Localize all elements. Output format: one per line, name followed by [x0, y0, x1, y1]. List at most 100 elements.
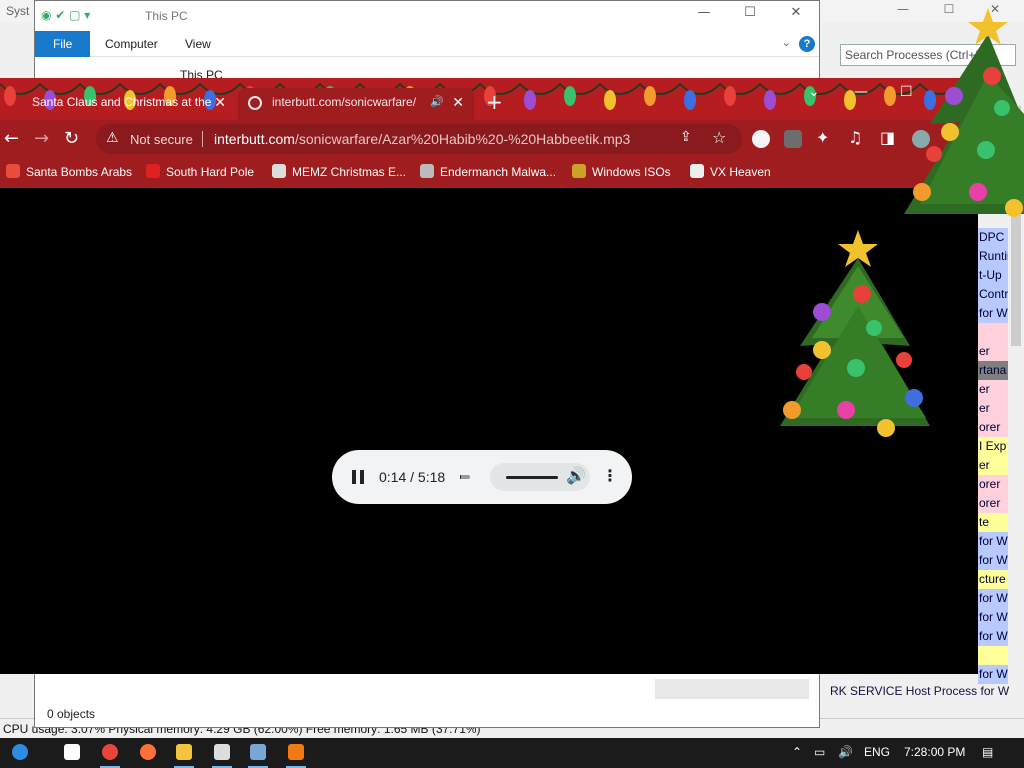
process-list[interactable]: DPCRuntimt-UpControfor WerrtanaererorerI…	[978, 228, 1008, 698]
expand-ribbon-icon[interactable]: ⌄	[782, 36, 791, 49]
taskbar-task-view[interactable]	[60, 742, 84, 764]
language-indicator[interactable]: ENG	[864, 745, 890, 759]
url-host: interbutt.com	[214, 131, 295, 147]
address-bar[interactable]: ⚠ Not secure interbutt.com/sonicwarfare/…	[96, 124, 742, 154]
forward-icon[interactable]: →	[34, 128, 49, 149]
audio-player[interactable]: 0:14 / 5:18 🔊 ⋮	[332, 450, 632, 504]
explorer-status-items: 0 objects	[47, 707, 96, 721]
process-row[interactable]: for W	[978, 608, 1008, 627]
process-row[interactable]: er	[978, 380, 1008, 399]
back-icon[interactable]: ←	[4, 128, 19, 149]
process-row[interactable]: Contro	[978, 285, 1008, 304]
light-bulb	[524, 90, 536, 110]
explorer-horizontal-scrollbar[interactable]	[655, 679, 809, 699]
process-row[interactable]: for W	[978, 665, 1008, 684]
volume-control[interactable]: 🔊	[490, 463, 590, 491]
process-row[interactable]	[978, 646, 1008, 665]
network-icon[interactable]: ▭	[814, 745, 825, 759]
start-button-icon	[12, 744, 28, 760]
quick-access-toolbar[interactable]: ◉ ✔ ▢ ▾	[41, 8, 90, 22]
process-row[interactable]: cture	[978, 570, 1008, 589]
tab-search-icon[interactable]: ⌄	[808, 84, 820, 100]
bookmark-star-icon[interactable]: ☆	[712, 128, 726, 147]
process-row[interactable]: for W	[978, 627, 1008, 646]
explorer-window-controls: — ☐ ✕	[681, 5, 819, 20]
process-row[interactable]: te	[978, 513, 1008, 532]
clock[interactable]: 7:28:00 PM	[904, 745, 965, 759]
bookmark-item[interactable]: Windows ISOs	[572, 164, 671, 179]
side-panel-icon[interactable]: ◨	[880, 128, 895, 147]
ribbon-tab-computer[interactable]: Computer	[91, 31, 172, 57]
volume-slider[interactable]	[506, 476, 558, 479]
tab-title: interbutt.com/sonicwarfare/	[272, 95, 417, 109]
close-button[interactable]: ✕	[773, 5, 819, 20]
volume-icon[interactable]: 🔊	[838, 745, 853, 759]
volume-fill	[506, 476, 558, 479]
ribbon-tab-view[interactable]: View	[171, 31, 225, 57]
reload-icon[interactable]: ↻	[64, 128, 79, 149]
share-icon[interactable]: ⇪	[680, 129, 692, 145]
taskbar-chrome[interactable]	[98, 742, 122, 768]
close-tab-icon[interactable]: ✕	[214, 88, 226, 116]
process-row[interactable]: er	[978, 342, 1008, 361]
process-row[interactable]	[978, 323, 1008, 342]
pause-icon[interactable]	[352, 470, 364, 484]
bookmark-favicon-icon	[6, 164, 20, 178]
url-text[interactable]: interbutt.com/sonicwarfare/Azar%20Habib%…	[214, 131, 630, 147]
extension-icon[interactable]	[752, 130, 770, 148]
close-tab-icon[interactable]: ✕	[452, 88, 464, 116]
ribbon-tab-file[interactable]: File	[35, 31, 91, 57]
process-row[interactable]: for W	[978, 551, 1008, 570]
new-tab-button[interactable]: +	[486, 90, 503, 114]
process-row[interactable]: orer	[978, 475, 1008, 494]
process-row[interactable]: t-Up	[978, 266, 1008, 285]
taskbar-process-explorer[interactable]	[284, 742, 308, 768]
bookmark-label: VX Heaven	[710, 165, 771, 179]
process-row-partial[interactable]: RK SERVICE Host Process for W	[830, 684, 1010, 700]
taskbar-firefox[interactable]	[136, 742, 160, 764]
taskbar-app-a[interactable]	[210, 742, 234, 768]
tab-santa-claus[interactable]: Santa Claus and Christmas at the ✕	[18, 88, 236, 120]
bookmark-label: South Hard Pole	[166, 165, 255, 179]
process-row[interactable]: rtana	[978, 361, 1008, 380]
explorer-titlebar[interactable]: ◉ ✔ ▢ ▾ This PC — ☐ ✕	[35, 1, 819, 31]
tab-strip: Santa Claus and Christmas at the ✕ inter…	[0, 78, 978, 120]
process-row[interactable]: er	[978, 456, 1008, 475]
speaker-icon[interactable]: 🔊	[566, 466, 586, 485]
light-bulb	[684, 90, 696, 110]
help-icon[interactable]: ?	[799, 36, 815, 52]
taskbar-file-explorer[interactable]	[172, 742, 196, 768]
process-row[interactable]: orer	[978, 494, 1008, 513]
process-row[interactable]: I Exp	[978, 437, 1008, 456]
minimize-button[interactable]: —	[854, 84, 868, 100]
process-row[interactable]: for W	[978, 589, 1008, 608]
media-control-icon[interactable]: ♫	[848, 128, 862, 147]
not-secure-label[interactable]: Not secure	[130, 132, 193, 147]
process-row[interactable]: for W	[978, 532, 1008, 551]
more-options-icon[interactable]: ⋮	[602, 466, 618, 485]
bookmark-item[interactable]: Santa Bombs Arabs	[6, 164, 132, 179]
bookmark-item[interactable]: VX Heaven	[690, 164, 771, 179]
notifications-icon[interactable]: ▤	[982, 745, 993, 759]
extensions-puzzle-icon[interactable]: ✦	[816, 128, 829, 147]
taskbar-app-b[interactable]	[246, 742, 270, 768]
christmas-tree-decoration	[780, 230, 930, 437]
bookmark-item[interactable]: South Hard Pole	[146, 164, 254, 179]
process-row[interactable]: orer	[978, 418, 1008, 437]
audio-playing-icon[interactable]: 🔊	[430, 88, 444, 116]
extension-icon[interactable]	[784, 130, 802, 148]
process-row[interactable]: for W	[978, 304, 1008, 323]
minimize-button[interactable]: —	[681, 5, 727, 20]
maximize-button[interactable]: ☐	[727, 5, 773, 20]
bookmark-favicon-icon	[690, 164, 704, 178]
bookmark-item[interactable]: Endermanch Malwa...	[420, 164, 556, 179]
progress-slider[interactable]	[460, 475, 470, 479]
bookmark-item[interactable]: MEMZ Christmas E...	[272, 164, 406, 179]
show-hidden-icons-icon[interactable]: ⌃	[792, 745, 802, 759]
process-row[interactable]: er	[978, 399, 1008, 418]
tab-interbutt[interactable]: interbutt.com/sonicwarfare/ 🔊 ✕	[238, 88, 474, 120]
taskbar-start-button[interactable]	[8, 742, 32, 764]
process-row[interactable]: Runtim	[978, 247, 1008, 266]
warning-icon[interactable]: ⚠	[106, 130, 119, 146]
bookmark-favicon-icon	[272, 164, 286, 178]
